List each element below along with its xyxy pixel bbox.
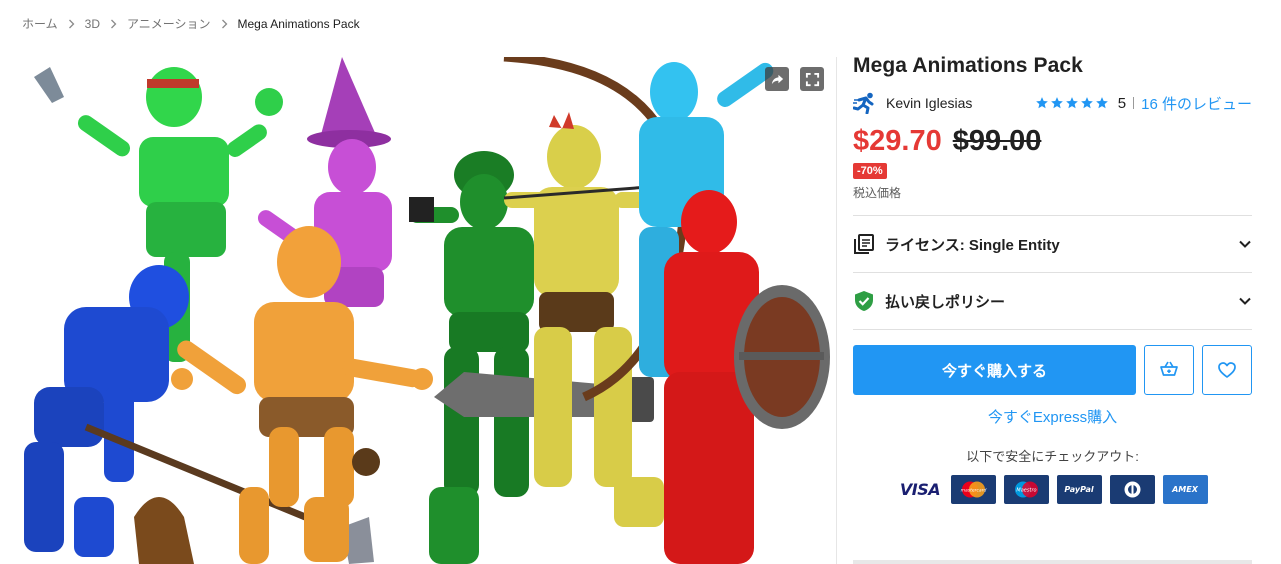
section-divider — [853, 560, 1252, 564]
refund-policy-label: 払い戻しポリシー — [885, 293, 1006, 311]
star-icon — [1065, 97, 1078, 109]
sale-price: $29.70 — [853, 125, 942, 157]
rating-value: 5 — [1117, 94, 1127, 112]
chevron-down-icon — [1238, 237, 1252, 251]
mastercard-logo: mastercard — [950, 475, 996, 504]
publisher-link[interactable]: Kevin Iglesias — [886, 95, 972, 111]
tax-note: 税込価格 — [853, 186, 902, 200]
breadcrumb-current: Mega Animations Pack — [237, 16, 360, 31]
svg-text:mastercard: mastercard — [960, 488, 986, 494]
license-accordion[interactable]: ライセンス: Single Entity — [853, 215, 1252, 272]
shield-check-icon — [853, 290, 875, 312]
star-icon — [1050, 97, 1063, 109]
running-person-icon — [853, 92, 877, 114]
payment-methods: VISA mastercard Maestro PayPal Diners Cl… — [853, 475, 1252, 504]
fullscreen-icon — [805, 72, 819, 86]
add-to-cart-icon — [1160, 361, 1178, 376]
buy-now-button[interactable]: 今すぐ購入する — [853, 345, 1136, 395]
share-icon — [771, 74, 783, 84]
price-row: $29.70 $99.00 — [853, 125, 1252, 158]
add-to-cart-button[interactable] — [1144, 345, 1194, 395]
buy-actions: 今すぐ購入する — [853, 345, 1252, 395]
star-icon — [1095, 97, 1108, 109]
diners-club-logo: Diners Club — [1109, 475, 1155, 504]
license-icon — [853, 233, 875, 255]
fullscreen-button[interactable] — [800, 67, 824, 91]
maestro-logo: Maestro — [1003, 475, 1049, 504]
star-icon — [1080, 97, 1093, 109]
rating: 5 16 件のレビュー — [1035, 93, 1252, 114]
publisher-rating-row: Kevin Iglesias 5 16 件のレビュー — [853, 92, 1252, 114]
share-button[interactable] — [765, 67, 789, 91]
express-buy-link[interactable]: 今すぐExpress購入 — [853, 406, 1252, 427]
visa-logo: VISA — [897, 475, 943, 504]
star-rating — [1035, 96, 1109, 110]
license-label: ライセンス: Single Entity — [885, 236, 1060, 254]
chevron-right-icon — [110, 19, 117, 29]
reviews-link[interactable]: 16 件のレビュー — [1141, 93, 1252, 114]
chevron-down-icon — [1238, 294, 1252, 308]
dark-green-soldier-figure — [409, 151, 534, 564]
refund-policy-accordion[interactable]: 払い戻しポリシー — [853, 272, 1252, 329]
accordion-divider — [853, 329, 1252, 330]
heart-icon — [1218, 362, 1236, 378]
star-icon — [1035, 97, 1048, 109]
product-title: Mega Animations Pack — [853, 54, 1083, 77]
purchase-panel: Mega Animations Pack Kevin Iglesias 5 16… — [853, 54, 1252, 504]
svg-text:Maestro: Maestro — [1016, 488, 1036, 494]
chevron-right-icon — [68, 19, 75, 29]
column-divider — [836, 57, 837, 564]
animated-characters-illustration — [24, 57, 830, 564]
breadcrumb-animation[interactable]: アニメーション — [127, 15, 211, 32]
rating-separator — [1133, 97, 1135, 109]
secure-checkout-label: 以下で安全にチェックアウト: — [966, 449, 1139, 464]
original-price: $99.00 — [952, 125, 1042, 157]
red-character-figure — [664, 190, 830, 564]
svg-text:Diners Club: Diners Club — [1129, 501, 1135, 503]
discount-badge: -70% — [853, 163, 887, 179]
breadcrumb: ホーム 3D アニメーション Mega Animations Pack — [22, 15, 360, 32]
breadcrumb-home[interactable]: ホーム — [22, 15, 58, 32]
paypal-logo: PayPal — [1056, 475, 1102, 504]
product-hero-image[interactable] — [24, 57, 834, 564]
wishlist-button[interactable] — [1202, 345, 1252, 395]
amex-logo: AMEX — [1162, 475, 1208, 504]
chevron-right-icon — [221, 19, 228, 29]
breadcrumb-3d[interactable]: 3D — [85, 17, 100, 31]
